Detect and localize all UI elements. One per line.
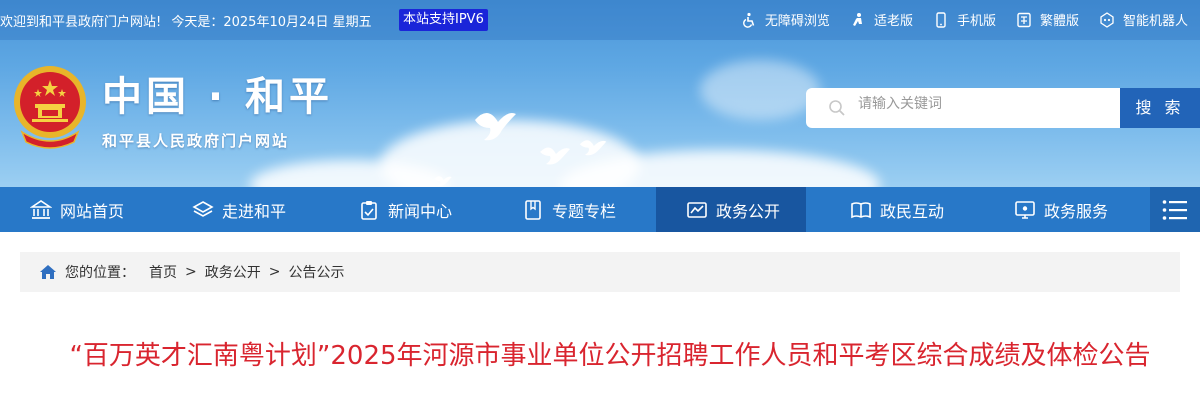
- mobile-version-link[interactable]: 手机版: [933, 10, 996, 29]
- nav-label: 新闻中心: [388, 201, 453, 221]
- chart-board-icon: [687, 201, 707, 218]
- breadcrumb-home-link[interactable]: 首页: [149, 262, 177, 282]
- home-icon: [40, 265, 56, 279]
- dove-decoration: [475, 112, 516, 141]
- open-book-icon: [851, 201, 871, 218]
- dove-decoration: [434, 176, 452, 186]
- smart-robot-link[interactable]: 智能机器人: [1099, 10, 1188, 29]
- breadcrumb: 您的位置： 首页 > 政务公开 > 公告公示: [20, 252, 1180, 292]
- traditional-chinese-label: 繁體版: [1039, 14, 1079, 29]
- header-banner: 欢迎到和平县政府门户网站! 今天是：2025年10月24日 星期五 本站支持IP…: [0, 0, 1200, 187]
- nav-item-news[interactable]: 新闻中心: [358, 187, 452, 232]
- accessibility-icon: [742, 12, 755, 28]
- accessibility-link[interactable]: 无障碍浏览: [741, 10, 830, 29]
- bookmark-book-icon: [525, 199, 541, 220]
- traditional-chinese-link[interactable]: 繁體版: [1016, 10, 1079, 29]
- cloud-decoration: [700, 60, 820, 120]
- nav-label: 网站首页: [60, 201, 125, 221]
- national-emblem-logo: [14, 66, 86, 149]
- search-button[interactable]: 搜 索: [1120, 88, 1200, 128]
- news-clipboard-icon: [361, 200, 377, 220]
- nav-item-government-affairs[interactable]: 政务公开: [656, 187, 806, 232]
- welcome-message: 欢迎到和平县政府门户网站!: [0, 15, 162, 30]
- nav-label: 政民互动: [880, 201, 945, 221]
- government-building-icon: [30, 199, 52, 219]
- nav-label: 政务服务: [1044, 201, 1109, 221]
- nav-item-home[interactable]: 网站首页: [30, 187, 124, 232]
- breadcrumb-separator: >: [185, 264, 197, 280]
- nav-label: 政务公开: [716, 201, 781, 221]
- nav-label: 专题专栏: [552, 201, 617, 221]
- breadcrumb-separator: >: [268, 264, 281, 280]
- welcome-text: 欢迎到和平县政府门户网站! 今天是：2025年10月24日 星期五: [0, 11, 378, 30]
- nav-item-interaction[interactable]: 政民互动: [850, 187, 944, 232]
- elderly-mode-link[interactable]: 适老版: [850, 10, 913, 29]
- dove-decoration: [579, 140, 607, 156]
- nav-item-topics[interactable]: 专题专栏: [522, 187, 616, 232]
- breadcrumb-announcements-link[interactable]: 公告公示: [288, 262, 344, 282]
- article-title: “百万英才汇南粤计划”2025年河源市事业单位公开招聘工作人员和平考区综合成绩及…: [69, 341, 1151, 371]
- breadcrumb-government-affairs-link[interactable]: 政务公开: [205, 262, 261, 282]
- elderly-mode-label: 适老版: [873, 14, 913, 29]
- layers-icon: [192, 200, 214, 217]
- search-box: [806, 88, 1120, 128]
- elderly-icon: [852, 12, 862, 26]
- site-subtitle: 和平县人民政府门户网站: [102, 132, 290, 150]
- nav-item-about[interactable]: 走进和平: [192, 187, 286, 232]
- mobile-version-label: 手机版: [956, 14, 996, 29]
- dove-decoration: [540, 147, 570, 165]
- ipv6-badge: 本站支持IPV6: [399, 9, 488, 31]
- breadcrumb-label: 您的位置：: [65, 265, 135, 281]
- search-input[interactable]: [858, 92, 1108, 116]
- top-links: 无障碍浏览 适老版 手机版 繁體版 智能机器人: [721, 10, 1188, 29]
- top-info-bar: 欢迎到和平县政府门户网站! 今天是：2025年10月24日 星期五 本站支持IP…: [0, 0, 1200, 40]
- smart-robot-label: 智能机器人: [1122, 14, 1188, 29]
- traditional-chinese-icon: [1017, 12, 1031, 27]
- nav-menu-button[interactable]: [1150, 187, 1200, 232]
- robot-icon: [1100, 11, 1114, 28]
- nav-label: 走进和平: [222, 201, 287, 221]
- service-monitor-icon: [1015, 200, 1035, 219]
- current-date: 今天是：2025年10月24日 星期五: [171, 15, 372, 30]
- mobile-icon: [936, 11, 946, 28]
- nav-item-services[interactable]: 政务服务: [1014, 187, 1108, 232]
- menu-icon: [1162, 199, 1187, 220]
- search-icon: [829, 100, 845, 116]
- accessibility-label: 无障碍浏览: [764, 14, 830, 29]
- site-title: 中国 · 和平: [102, 74, 334, 120]
- main-nav: 网站首页 走进和平 新闻中心 专题专栏 政务公开 政民互动 政务服务: [0, 187, 1200, 232]
